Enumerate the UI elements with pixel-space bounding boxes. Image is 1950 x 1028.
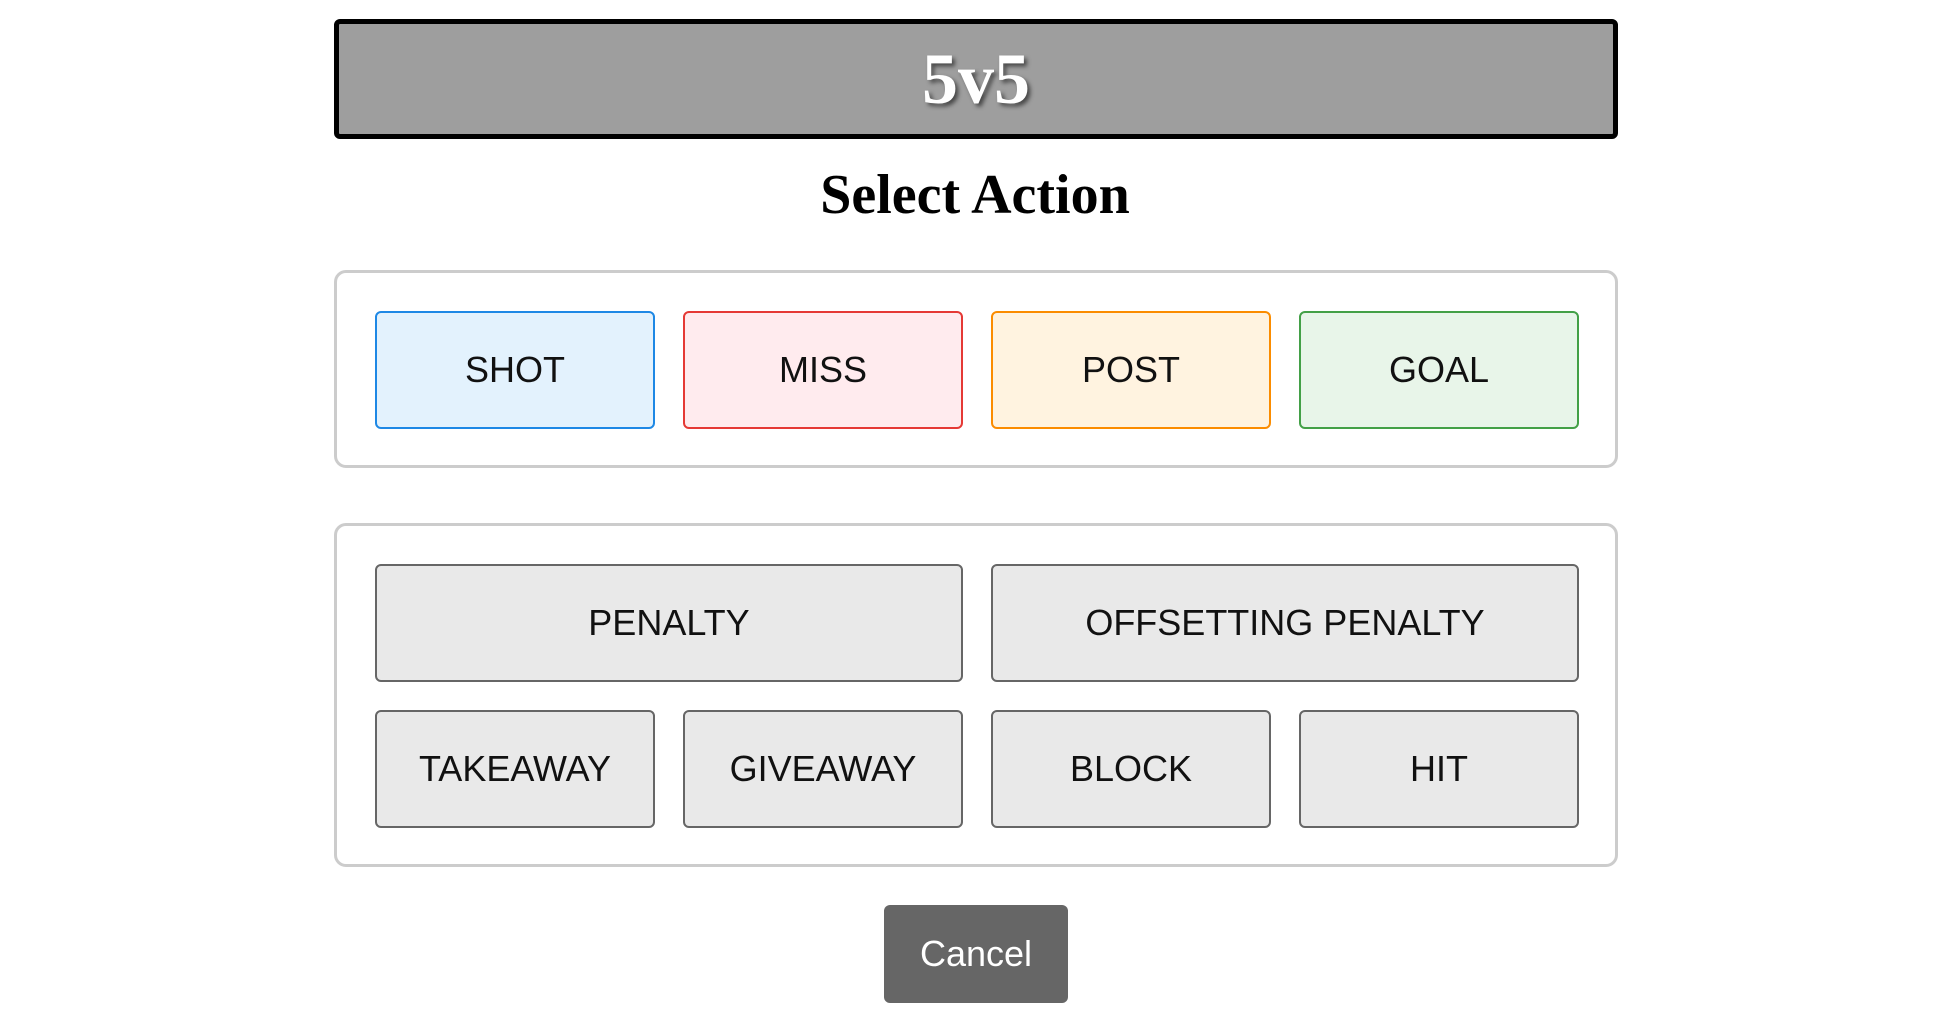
shot-button[interactable]: SHOT — [375, 311, 655, 429]
hit-button[interactable]: HIT — [1299, 710, 1579, 828]
penalty-button[interactable]: PENALTY — [375, 564, 963, 682]
event-actions-panel: PENALTY OFFSETTING PENALTY TAKEAWAY GIVE… — [334, 523, 1618, 867]
takeaway-button[interactable]: TAKEAWAY — [375, 710, 655, 828]
cancel-button[interactable]: Cancel — [884, 905, 1068, 1003]
giveaway-button[interactable]: GIVEAWAY — [683, 710, 963, 828]
shot-actions-panel: SHOT MISS POST GOAL — [334, 270, 1618, 468]
strength-label: 5v5 — [922, 39, 1030, 119]
goal-button[interactable]: GOAL — [1299, 311, 1579, 429]
strength-banner: 5v5 — [334, 19, 1618, 139]
offsetting-penalty-button[interactable]: OFFSETTING PENALTY — [991, 564, 1579, 682]
miss-button[interactable]: MISS — [683, 311, 963, 429]
block-button[interactable]: BLOCK — [991, 710, 1271, 828]
post-button[interactable]: POST — [991, 311, 1271, 429]
page-title: Select Action — [820, 164, 1130, 226]
